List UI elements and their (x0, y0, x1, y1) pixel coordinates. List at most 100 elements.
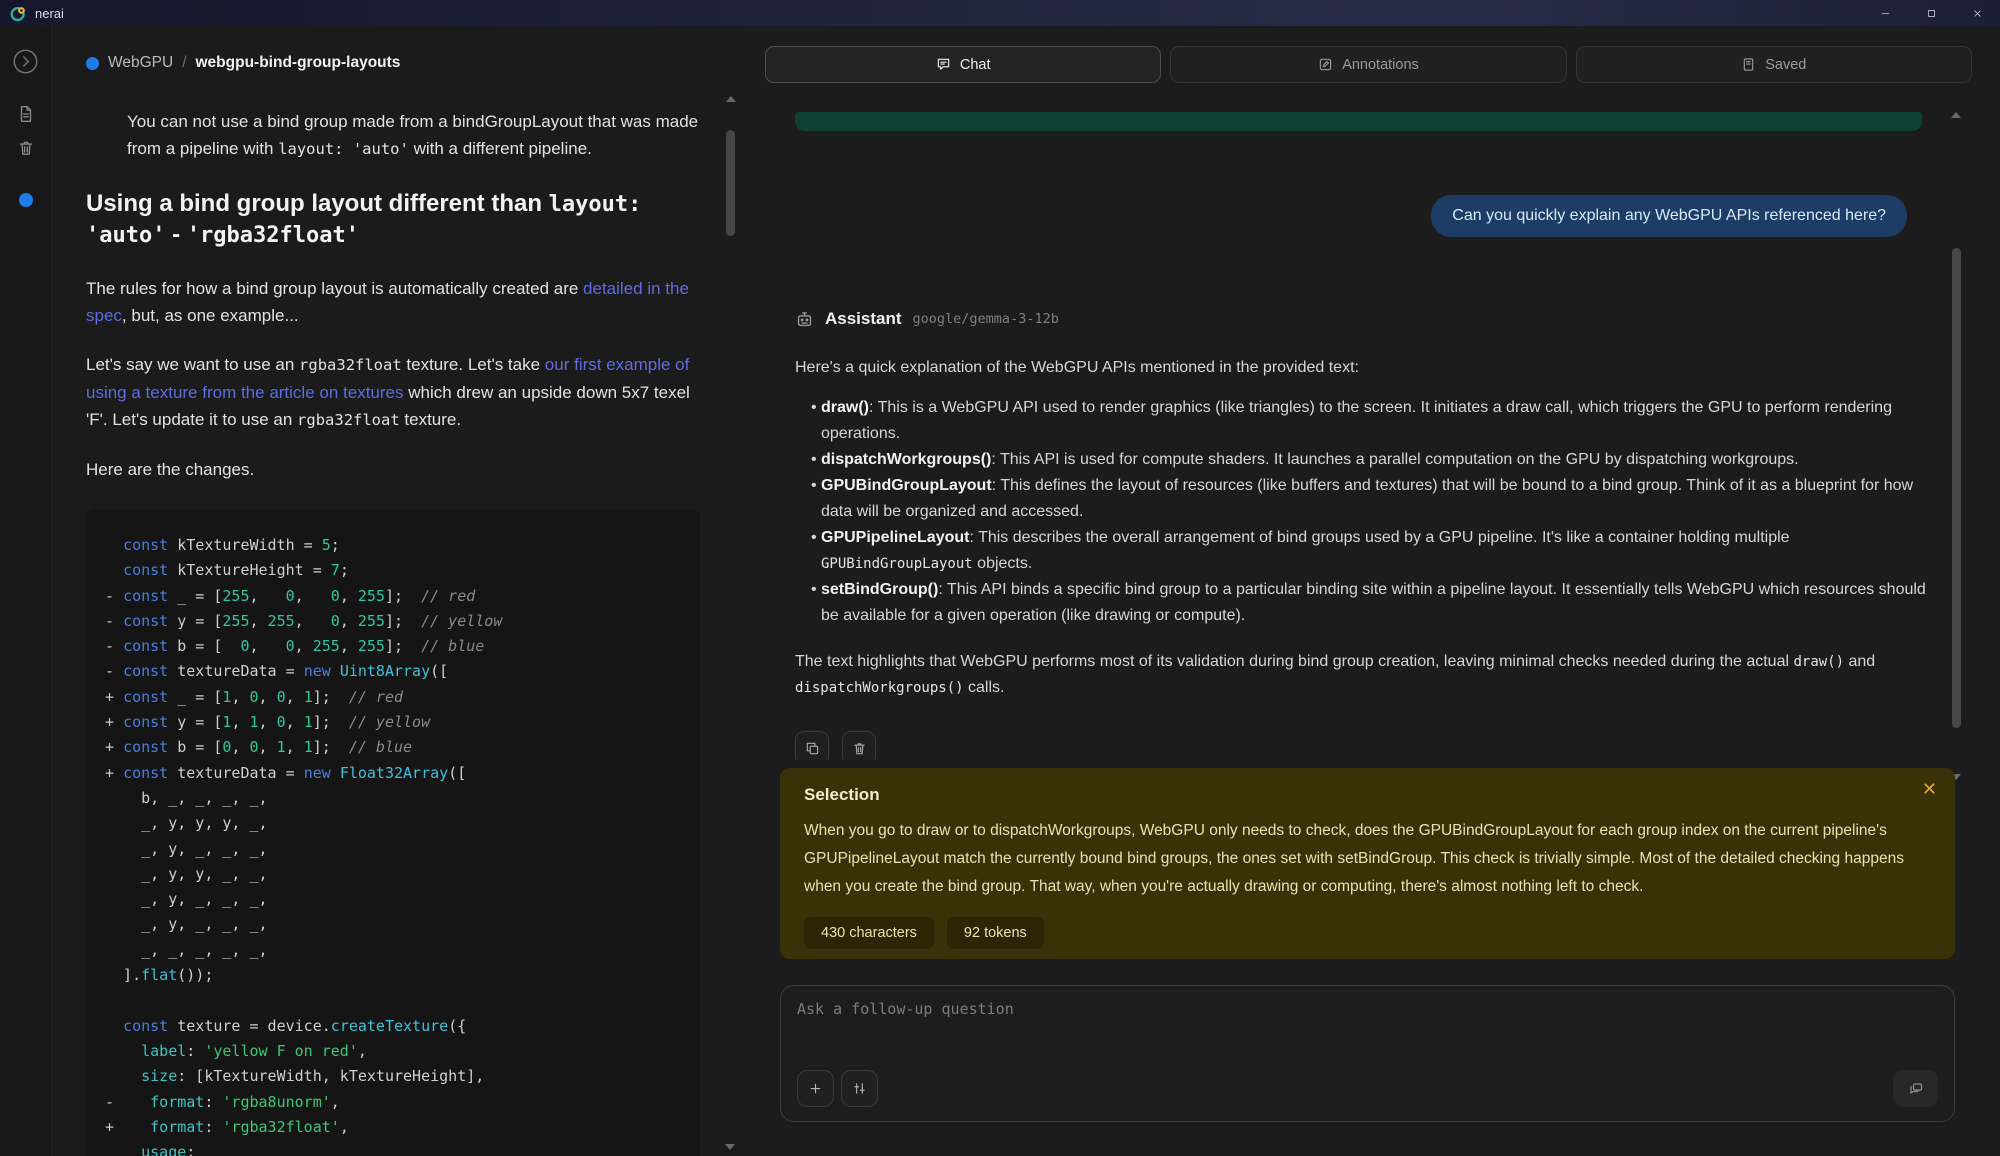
close-button[interactable] (1954, 0, 2000, 26)
code-line: const texture = device.createTexture({ (105, 1014, 690, 1039)
text-segment: dispatchWorkgroups() (821, 451, 991, 468)
code-line: size: [kTextureWidth, kTextureHeight], (105, 1064, 690, 1089)
selection-close-icon[interactable]: ✕ (1922, 780, 1937, 798)
text-segment: : This describes the overall arrangement… (969, 529, 1789, 546)
bullet-marker: • (795, 395, 821, 447)
text-segment: The rules for how a bind group layout is… (86, 279, 583, 298)
window-title: nerai (35, 6, 64, 21)
inline-code: 'rgba32float' (187, 223, 359, 248)
minimize-button[interactable] (1862, 0, 1908, 26)
doc-paragraph: Let's say we want to use an rgba32float … (86, 351, 700, 434)
document-icon[interactable] (16, 105, 36, 125)
document-content: You can not use a bind group made from a… (52, 72, 740, 1156)
code-line: b, _, _, _, _, (105, 786, 690, 811)
left-rail (0, 26, 52, 1156)
inline-code: draw() (1793, 654, 1844, 670)
breadcrumb-page: webgpu-bind-group-layouts (196, 54, 401, 72)
text-segment: GPUBindGroupLayout (821, 477, 992, 494)
bullet-marker: • (795, 525, 821, 577)
code-line: const kTextureWidth = 5; (105, 533, 690, 558)
text-segment: Let's say we want to use an (86, 355, 299, 374)
previous-selection-remnant (795, 112, 1922, 131)
scroll-up-arrow[interactable] (726, 96, 736, 102)
bullet-marker: • (795, 473, 821, 525)
code-line: _, y, _, _, _, (105, 912, 690, 937)
tab-saved[interactable]: Saved (1576, 46, 1972, 83)
text-segment: setBindGroup() (821, 581, 938, 598)
doc-heading: Using a bind group layout different than… (86, 189, 700, 251)
code-line: + format: 'rgba32float', (105, 1115, 690, 1140)
robot-icon (795, 310, 814, 329)
tab-chat[interactable]: Chat (765, 46, 1161, 83)
expand-sidebar-button[interactable] (12, 48, 39, 75)
code-line: - const _ = [255, 0, 0, 255]; // red (105, 584, 690, 609)
text-segment: with a different pipeline. (409, 139, 592, 158)
text-segment: texture. Let's take (402, 355, 545, 374)
maximize-button[interactable] (1908, 0, 1954, 26)
assistant-bullet: •draw(): This is a WebGPU API used to re… (795, 395, 1945, 447)
breadcrumb-project[interactable]: WebGPU (108, 54, 173, 72)
code-line: _, y, _, _, _, (105, 887, 690, 912)
settings-sliders-button[interactable] (841, 1070, 878, 1107)
characters-badge: 430 characters (804, 917, 934, 949)
titlebar: nerai (0, 0, 2000, 26)
chat-scroll-area: Can you quickly explain any WebGPU APIs … (795, 110, 1945, 760)
code-line: - const textureData = new Uint8Array([ (105, 659, 690, 684)
breadcrumb-dot (86, 57, 99, 70)
code-line: - const b = [ 0, 0, 255, 255]; // blue (105, 634, 690, 659)
inline-code: rgba32float (299, 356, 402, 374)
assistant-bullet: •GPUBindGroupLayout: This defines the la… (795, 473, 1945, 525)
code-line: const kTextureHeight = 7; (105, 558, 690, 583)
text-segment: The text highlights that WebGPU performs… (795, 653, 1793, 670)
scroll-thumb[interactable] (1952, 248, 1961, 728)
breadcrumb-separator: / (182, 54, 186, 72)
code-line: _, y, y, y, _, (105, 811, 690, 836)
text-segment: Using a bind group layout different than (86, 190, 549, 217)
inline-code: layout: 'auto' (278, 140, 409, 158)
scroll-down-arrow[interactable] (725, 1144, 735, 1150)
code-line: - const y = [255, 255, 0, 255]; // yello… (105, 609, 690, 634)
trash-icon[interactable] (16, 139, 36, 159)
scroll-thumb[interactable] (726, 130, 735, 236)
bullet-marker: • (795, 577, 821, 629)
tab-label: Chat (960, 57, 991, 73)
selection-text: When you go to draw or to dispatchWorkgr… (804, 817, 1931, 901)
code-line: + const b = [0, 0, 1, 1]; // blue (105, 735, 690, 760)
text-segment: : This is a WebGPU API used to render gr… (821, 399, 1892, 442)
text-segment: calls. (964, 679, 1005, 696)
window-controls (1862, 0, 2000, 26)
app-logo-icon (10, 5, 27, 22)
composer (780, 985, 1955, 1122)
code-line: _, _, _, _, _, (105, 938, 690, 963)
message-actions (795, 731, 1945, 760)
chat-icon (936, 57, 951, 72)
text-segment: : This API binds a specific bind group t… (821, 581, 1926, 624)
send-message-button[interactable] (1893, 1070, 1938, 1107)
tab-annotations[interactable]: Annotations (1170, 46, 1566, 83)
tokens-badge: 92 tokens (947, 917, 1044, 949)
chat-scrollbar[interactable] (1950, 112, 1962, 780)
document-scrollbar[interactable] (724, 96, 737, 1152)
text-segment: : This API is used for compute shaders. … (991, 451, 1798, 468)
saved-icon (1741, 57, 1756, 72)
code-line (105, 988, 690, 1013)
assistant-bullet: •setBindGroup(): This API binds a specif… (795, 577, 1945, 629)
active-document-dot[interactable] (19, 193, 33, 207)
assistant-intro: Here's a quick explanation of the WebGPU… (795, 355, 1945, 381)
followup-input[interactable] (797, 1000, 1938, 1018)
assistant-header: Assistant google/gemma-3-12b (795, 309, 1945, 329)
copy-message-button[interactable] (795, 731, 829, 760)
user-message-bubble: Can you quickly explain any WebGPU APIs … (1431, 195, 1907, 237)
inline-code: dispatchWorkgroups() (795, 680, 964, 696)
selection-badges: 430 characters 92 tokens (804, 917, 1931, 949)
code-line: _, y, _, _, _, (105, 837, 690, 862)
add-attachment-button[interactable] (797, 1070, 834, 1107)
tab-label: Annotations (1342, 57, 1419, 73)
code-line: + const _ = [1, 0, 0, 1]; // red (105, 685, 690, 710)
scroll-up-arrow[interactable] (1951, 112, 1961, 118)
code-line: usage: (105, 1140, 690, 1156)
doc-paragraph: You can not use a bind group made from a… (86, 108, 700, 163)
delete-message-button[interactable] (842, 731, 876, 760)
code-line: - format: 'rgba8unorm', (105, 1090, 690, 1115)
chat-panel: Chat Annotations Saved Can you quickly exp… (740, 26, 2000, 1156)
